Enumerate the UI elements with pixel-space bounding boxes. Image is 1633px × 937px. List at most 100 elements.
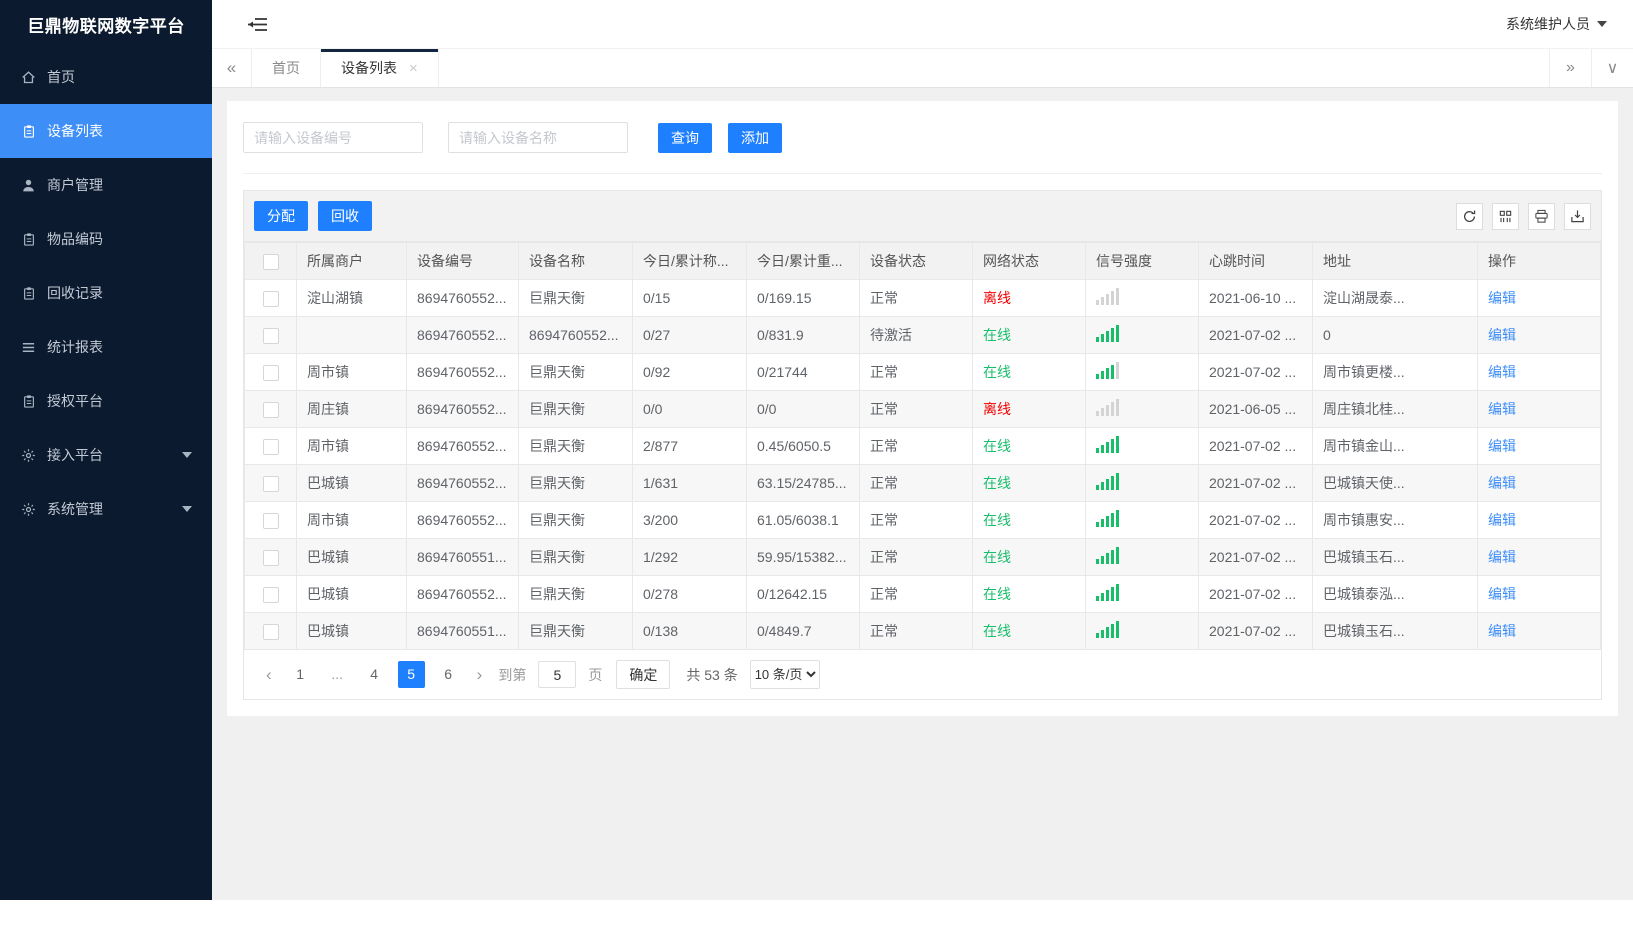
row-checkbox[interactable] (262, 512, 279, 529)
cell-merchant: 巴城镇 (296, 612, 407, 650)
signal-bars-icon (1096, 325, 1119, 342)
cell-today-weight: 59.95/15382... (746, 538, 860, 576)
cell-address: 巴城镇泰泓... (1312, 575, 1478, 613)
sidebar-item-label: 统计报表 (47, 339, 103, 355)
sidebar-item-system-mgmt[interactable]: 系统管理 (0, 482, 212, 536)
user-caret-icon (1597, 21, 1607, 27)
columns-icon[interactable] (1492, 202, 1519, 230)
next-page-icon[interactable]: › (467, 665, 493, 685)
col-address: 地址 (1312, 242, 1478, 280)
jump-page-input[interactable] (538, 661, 577, 688)
signal-bars-icon (1096, 473, 1119, 490)
home-icon (20, 69, 37, 86)
page-number[interactable]: 6 (435, 661, 462, 688)
tabs-scroll-right-icon[interactable]: » (1549, 49, 1591, 87)
sidebar-item-auth-platform[interactable]: 授权平台 (0, 374, 212, 428)
row-checkbox[interactable] (262, 438, 279, 455)
row-checkbox[interactable] (262, 327, 279, 344)
topbar: 系统维护人员 (212, 0, 1633, 48)
cell-signal (1085, 538, 1199, 576)
cell-network-status: 在线 (972, 612, 1086, 650)
assign-button[interactable]: 分配 (254, 201, 308, 231)
edit-link[interactable]: 编辑 (1488, 438, 1516, 454)
pagination: ‹ 1... 456 › 到第 页 确定 共 53 条 10 条/页 (244, 650, 1601, 699)
row-checkbox[interactable] (262, 401, 279, 418)
cell-device-status: 正常 (859, 501, 973, 539)
cell-today-count: 0/92 (632, 353, 747, 391)
tabs-scroll-left-icon[interactable]: « (212, 49, 252, 87)
tab-home[interactable]: 首页 (252, 49, 321, 87)
edit-link[interactable]: 编辑 (1488, 401, 1516, 417)
edit-link[interactable]: 编辑 (1488, 623, 1516, 639)
sidebar-toggle-icon[interactable] (248, 17, 267, 32)
cell-device-status: 正常 (859, 390, 973, 428)
print-icon[interactable] (1528, 202, 1555, 230)
row-checkbox[interactable] (262, 549, 279, 566)
edit-link[interactable]: 编辑 (1488, 549, 1516, 565)
device-no-input[interactable] (243, 122, 423, 153)
sidebar-item-device-list[interactable]: 设备列表 (0, 104, 212, 158)
cell-device-status: 正常 (859, 612, 973, 650)
edit-link[interactable]: 编辑 (1488, 327, 1516, 343)
device-name-input[interactable] (448, 122, 628, 153)
tabs-dropdown-icon[interactable]: ∨ (1591, 49, 1633, 87)
recycle-button[interactable]: 回收 (318, 201, 372, 231)
device-table: 所属商户 设备编号 设备名称 今日/累计称... 今日/累计重... 设备状态 … (244, 242, 1601, 650)
page-number[interactable]: 5 (397, 661, 425, 688)
page-number[interactable]: 1 (287, 661, 314, 688)
prev-page-icon[interactable]: ‹ (256, 665, 282, 685)
table-row: 巴城镇 8694760552... 巨鼎天衡 0/278 0/12642.15 正常 在线 2… (244, 575, 1601, 613)
tab-device-list[interactable]: 设备列表 × (321, 49, 439, 87)
row-checkbox[interactable] (262, 475, 279, 492)
cell-address: 周市镇惠安... (1312, 501, 1478, 539)
cell-device-name: 巨鼎天衡 (518, 612, 633, 650)
cell-merchant: 巴城镇 (296, 575, 407, 613)
edit-link[interactable]: 编辑 (1488, 475, 1516, 491)
row-checkbox[interactable] (262, 623, 279, 640)
page-size-select[interactable]: 10 条/页 (749, 660, 820, 689)
sidebar-item-recycle-records[interactable]: 回收记录 (0, 266, 212, 320)
cell-network-status: 在线 (972, 501, 1086, 539)
add-button[interactable]: 添加 (728, 122, 782, 153)
cell-device-name: 巨鼎天衡 (518, 279, 633, 317)
cell-signal (1085, 501, 1199, 539)
cell-today-count: 0/27 (632, 316, 747, 354)
cell-network-status: 离线 (972, 390, 1086, 428)
gear-icon (20, 447, 37, 464)
cell-merchant: 淀山湖镇 (296, 279, 407, 317)
cell-heartbeat: 2021-07-02 ... (1198, 501, 1313, 539)
page-number[interactable]: 4 (361, 661, 388, 688)
row-checkbox[interactable] (262, 364, 279, 381)
export-icon[interactable] (1564, 202, 1591, 230)
sidebar-item-stats-report[interactable]: 统计报表 (0, 320, 212, 374)
col-network-status: 网络状态 (972, 242, 1086, 280)
edit-link[interactable]: 编辑 (1488, 586, 1516, 602)
content-area: 查询 添加 分配 回收 (212, 88, 1633, 900)
sidebar-item-merchant-mgmt[interactable]: 商户管理 (0, 158, 212, 212)
select-all-checkbox[interactable] (262, 253, 279, 270)
cell-heartbeat: 2021-07-02 ... (1198, 427, 1313, 465)
sidebar-item-access-platform[interactable]: 接入平台 (0, 428, 212, 482)
query-button[interactable]: 查询 (658, 122, 712, 153)
jump-confirm-button[interactable]: 确定 (616, 660, 671, 689)
col-merchant: 所属商户 (296, 242, 407, 280)
user-name: 系统维护人员 (1506, 16, 1590, 32)
user-menu[interactable]: 系统维护人员 (1506, 14, 1607, 34)
page-unit-label: 页 (588, 666, 603, 683)
edit-link[interactable]: 编辑 (1488, 290, 1516, 306)
refresh-icon[interactable] (1456, 202, 1483, 230)
edit-link[interactable]: 编辑 (1488, 512, 1516, 528)
row-checkbox[interactable] (262, 586, 279, 603)
cell-signal (1085, 464, 1199, 502)
sidebar-item-item-code[interactable]: 物品编码 (0, 212, 212, 266)
table-row: 周市镇 8694760552... 巨鼎天衡 0/92 0/21744 正常 在线 2021-… (244, 353, 1601, 391)
edit-link[interactable]: 编辑 (1488, 364, 1516, 380)
cell-network-status: 在线 (972, 575, 1086, 613)
sidebar-menu: 首页 设备列表 商户管理 物品编码 回收记录统计报表授权平台 接入平台 系统管理 (0, 50, 212, 536)
row-checkbox[interactable] (262, 290, 279, 307)
cell-device-no: 8694760552... (406, 575, 519, 613)
cell-address: 巴城镇玉石... (1312, 538, 1478, 576)
col-device-status: 设备状态 (859, 242, 973, 280)
tab-close-icon[interactable]: × (409, 60, 418, 77)
sidebar-item-home[interactable]: 首页 (0, 50, 212, 104)
